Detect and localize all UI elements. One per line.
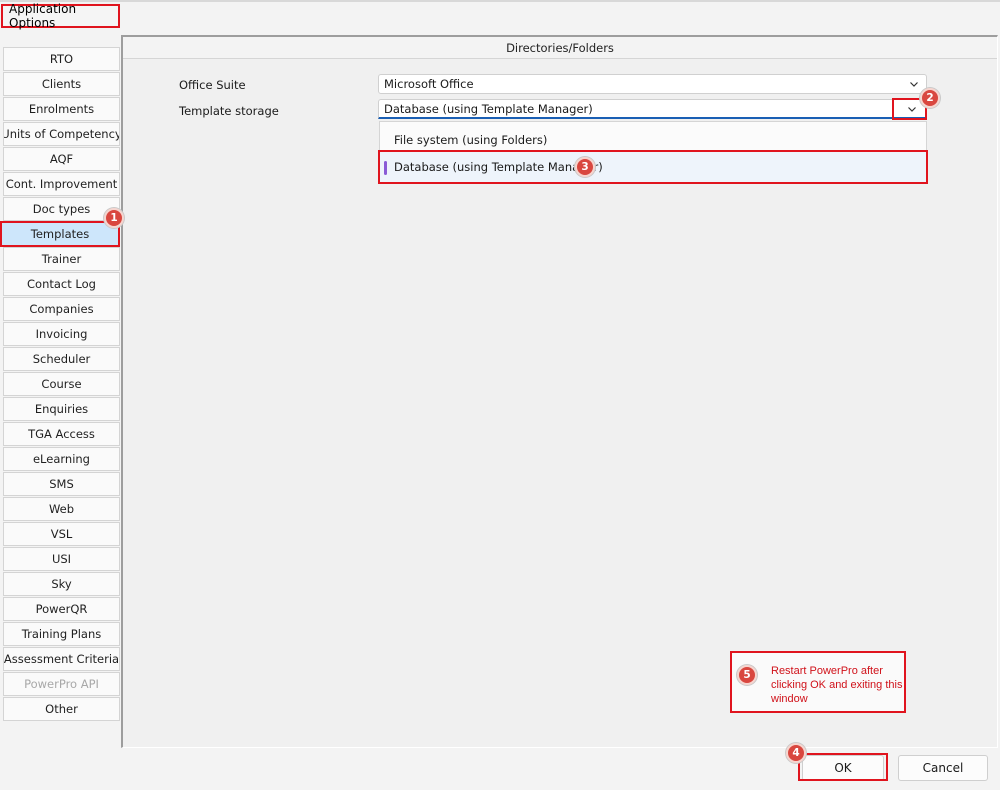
sidebar-item-scheduler[interactable]: Scheduler [3, 347, 120, 371]
sidebar-item-label: Enquiries [34, 402, 89, 416]
sidebar-item-rto[interactable]: RTO [3, 47, 120, 71]
cancel-button-label: Cancel [922, 761, 964, 775]
sidebar-item-enquiries[interactable]: Enquiries [3, 397, 120, 421]
sidebar-item-doc-types[interactable]: Doc types [3, 197, 120, 221]
ok-button-label: OK [834, 761, 852, 775]
panel-header: Directories/Folders [123, 37, 997, 59]
template-storage-label: Template storage [179, 104, 279, 118]
template-storage-select[interactable]: Database (using Template Manager) [378, 99, 927, 119]
sidebar-item-sms[interactable]: SMS [3, 472, 120, 496]
sidebar-item-web[interactable]: Web [3, 497, 120, 521]
sidebar-item-invoicing[interactable]: Invoicing [3, 322, 120, 346]
office-suite-label: Office Suite [179, 78, 246, 92]
step-badge-4: 4 [786, 743, 806, 763]
sidebar-item-label: TGA Access [28, 427, 95, 441]
template-storage-value: Database (using Template Manager) [384, 101, 593, 116]
sidebar-item-powerpro-api: PowerPro API [3, 672, 120, 696]
option-label: File system (using Folders) [394, 133, 548, 147]
sidebar-item-label: PowerQR [35, 602, 88, 616]
sidebar-item-cont-improvement[interactable]: Cont. Improvement [3, 172, 120, 196]
option-label: Database (using Template Manager) [394, 160, 603, 174]
window-top-strip [0, 0, 1000, 2]
step-badge-5: 5 [737, 665, 757, 685]
sidebar-item-label: VSL [50, 527, 73, 541]
sidebar-item-sky[interactable]: Sky [3, 572, 120, 596]
options-sidebar: RTO Clients Enrolments Units of Competency A… [0, 47, 120, 722]
sidebar-item-templates[interactable]: Templates [0, 221, 120, 247]
sidebar-item-tga-access[interactable]: TGA Access [3, 422, 120, 446]
sidebar-item-label: Assessment Criteria [3, 652, 120, 666]
option-database[interactable]: Database (using Template Manager) [378, 150, 928, 184]
sidebar-item-label: Course [41, 377, 82, 391]
restart-note: Restart PowerPro after clicking OK and e… [730, 651, 906, 713]
sidebar-item-label: Doc types [32, 202, 91, 216]
sidebar-item-label: Sky [51, 577, 72, 591]
sidebar-item-other[interactable]: Other [3, 697, 120, 721]
cancel-button[interactable]: Cancel [898, 755, 988, 781]
restart-note-text: Restart PowerPro after clicking OK and e… [771, 665, 903, 705]
sidebar-item-label: Companies [29, 302, 94, 316]
sidebar-item-enrolments[interactable]: Enrolments [3, 97, 120, 121]
selection-indicator [384, 161, 387, 175]
chevron-down-icon[interactable] [906, 103, 918, 115]
sidebar-item-label: Other [45, 702, 78, 716]
sidebar-item-powerqr[interactable]: PowerQR [3, 597, 120, 621]
sidebar-item-label: Units of Competency [3, 127, 120, 141]
sidebar-item-assessment-criteria[interactable]: Assessment Criteria [3, 647, 120, 671]
sidebar-item-label: AQF [49, 152, 74, 166]
sidebar-item-label: Enrolments [28, 102, 95, 116]
window-title-text: Application Options [9, 2, 77, 30]
step-badge-1: 1 [104, 208, 124, 228]
step-badge-2: 2 [920, 88, 940, 108]
sidebar-item-label: USI [51, 552, 72, 566]
sidebar-filler [0, 722, 121, 749]
sidebar-item-label: Training Plans [21, 627, 102, 641]
sidebar-item-label: PowerPro API [24, 677, 99, 691]
sidebar-item-companies[interactable]: Companies [3, 297, 120, 321]
sidebar-item-elearning[interactable]: eLearning [3, 447, 120, 471]
sidebar-item-contact-log[interactable]: Contact Log [3, 272, 120, 296]
sidebar-item-label: eLearning [32, 452, 90, 466]
sidebar-item-training-plans[interactable]: Training Plans [3, 622, 120, 646]
template-storage-dropdown: File system (using Folders) Database (us… [378, 121, 928, 184]
ok-button[interactable]: OK [802, 755, 884, 781]
sidebar-item-label: Clients [41, 77, 82, 91]
sidebar-item-trainer[interactable]: Trainer [3, 247, 120, 271]
sidebar-item-label: Contact Log [27, 277, 96, 291]
window-title: Application Options [1, 2, 120, 30]
office-suite-select[interactable]: Microsoft Office [378, 74, 927, 94]
sidebar-item-label: Cont. Improvement [5, 177, 118, 191]
sidebar-item-label: RTO [49, 52, 74, 66]
sidebar-item-label: Scheduler [32, 352, 91, 366]
sidebar-item-label: Invoicing [35, 327, 88, 341]
sidebar-item-label: Templates [30, 227, 90, 241]
chevron-down-icon [910, 82, 918, 87]
sidebar-item-aqf[interactable]: AQF [3, 147, 120, 171]
panel-header-title: Directories/Folders [506, 40, 614, 55]
sidebar-item-label: Trainer [41, 252, 82, 266]
sidebar-item-label: Web [48, 502, 75, 516]
office-suite-value: Microsoft Office [384, 77, 474, 91]
sidebar-item-units-of-competency[interactable]: Units of Competency [3, 122, 120, 146]
sidebar-item-vsl[interactable]: VSL [3, 522, 120, 546]
sidebar-item-usi[interactable]: USI [3, 547, 120, 571]
sidebar-item-label: SMS [49, 477, 74, 491]
step-badge-3: 3 [575, 157, 595, 177]
sidebar-item-clients[interactable]: Clients [3, 72, 120, 96]
sidebar-item-course[interactable]: Course [3, 372, 120, 396]
